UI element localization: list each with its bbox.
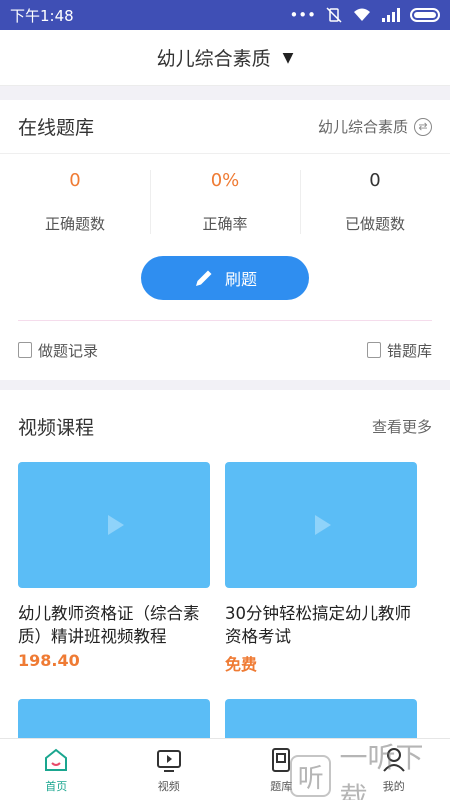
swap-icon: ⇄: [414, 117, 432, 136]
course-title: 幼儿教师资格证（综合素质）精讲班视频教程: [18, 604, 200, 646]
view-more-link[interactable]: 查看更多: [372, 416, 432, 437]
record-icon: [18, 342, 32, 358]
wrong-questions-link[interactable]: 错题库: [366, 340, 432, 361]
practice-record-label: 做题记录: [38, 341, 99, 360]
switch-subject-button[interactable]: 幼儿综合素质 ⇄: [318, 116, 432, 137]
current-subject: 幼儿综合素质: [317, 118, 408, 136]
battery-icon: [410, 8, 440, 22]
play-icon: [108, 515, 124, 535]
watermark-text: 一听下载: [339, 741, 424, 800]
stats-row: 0 正确题数 0% 正确率 0 已做题数: [0, 154, 450, 250]
course-title: 30分钟轻松搞定幼儿教师资格考试: [225, 604, 411, 646]
stat-label: 正确率: [202, 215, 248, 233]
stat-label: 已做题数: [344, 215, 405, 233]
course-thumbnail[interactable]: [18, 699, 210, 738]
stat-done-count: 0 已做题数: [300, 170, 450, 234]
online-bank-title: 在线题库: [18, 117, 95, 139]
wifi-icon: [354, 8, 370, 21]
online-bank-card: 在线题库 幼儿综合素质 ⇄ 0 正确题数 0% 正确率 0 已做题数 刷题 做题…: [0, 100, 450, 380]
subject-selector[interactable]: 幼儿综合素质 ▼: [0, 30, 450, 86]
course-card[interactable]: [18, 699, 210, 738]
video-courses-header: 视频课程 查看更多: [0, 390, 450, 462]
status-bar: 下午1:48 •••: [0, 0, 450, 30]
stat-label: 正确题数: [44, 215, 105, 233]
tab-label: 首页: [45, 779, 68, 793]
tab-label: 视频: [157, 779, 180, 793]
chevron-down-icon: ▼: [282, 49, 294, 66]
watermark: 听 一听下载: [290, 741, 450, 800]
play-icon: [315, 515, 331, 535]
tab-video[interactable]: 视频: [113, 739, 226, 800]
tab-label: 题库: [270, 779, 293, 793]
dots-icon: •••: [289, 6, 316, 24]
course-thumbnail[interactable]: [225, 462, 417, 588]
wrong-questions-label: 错题库: [386, 341, 432, 360]
course-card[interactable]: [225, 699, 417, 738]
course-card[interactable]: 30分钟轻松搞定幼儿教师资格考试 免费: [225, 462, 417, 675]
page-title: 幼儿综合素质: [156, 48, 271, 70]
tab-home[interactable]: 首页: [0, 739, 113, 800]
course-thumbnail[interactable]: [18, 462, 210, 588]
stat-value: 0%: [210, 170, 240, 191]
stat-value: 0: [69, 170, 81, 191]
vibrate-off-icon: [326, 7, 342, 23]
video-courses-card: 视频课程 查看更多 幼儿教师资格证（综合素质）精讲班视频教程 198.40 30…: [0, 390, 450, 738]
stat-accuracy: 0% 正确率: [150, 170, 300, 234]
bank-links: 做题记录 错题库: [0, 321, 450, 379]
signal-icon: [382, 8, 400, 22]
course-grid-row2: [0, 699, 450, 738]
notebook-icon: [366, 342, 381, 358]
course-price: 免费: [225, 655, 258, 674]
practice-button[interactable]: 刷题: [141, 256, 309, 300]
stat-value: 0: [369, 170, 381, 191]
practice-record-link[interactable]: 做题记录: [18, 340, 98, 361]
pencil-icon: [195, 268, 214, 286]
home-icon: [45, 748, 68, 771]
watermark-logo: 听: [290, 755, 332, 797]
online-bank-header: 在线题库 幼儿综合素质 ⇄: [0, 100, 450, 154]
course-price: 198.40: [18, 651, 80, 670]
video-icon: [156, 749, 181, 772]
practice-button-label: 刷题: [224, 270, 257, 289]
course-thumbnail[interactable]: [225, 699, 417, 738]
course-grid: 幼儿教师资格证（综合素质）精讲班视频教程 198.40 30分钟轻松搞定幼儿教师…: [0, 462, 450, 675]
course-card[interactable]: 幼儿教师资格证（综合素质）精讲班视频教程 198.40: [18, 462, 210, 675]
stat-correct-count: 0 正确题数: [0, 170, 150, 234]
video-courses-title: 视频课程: [18, 416, 95, 439]
status-time: 下午1:48: [10, 6, 74, 25]
status-icons: •••: [289, 6, 440, 24]
